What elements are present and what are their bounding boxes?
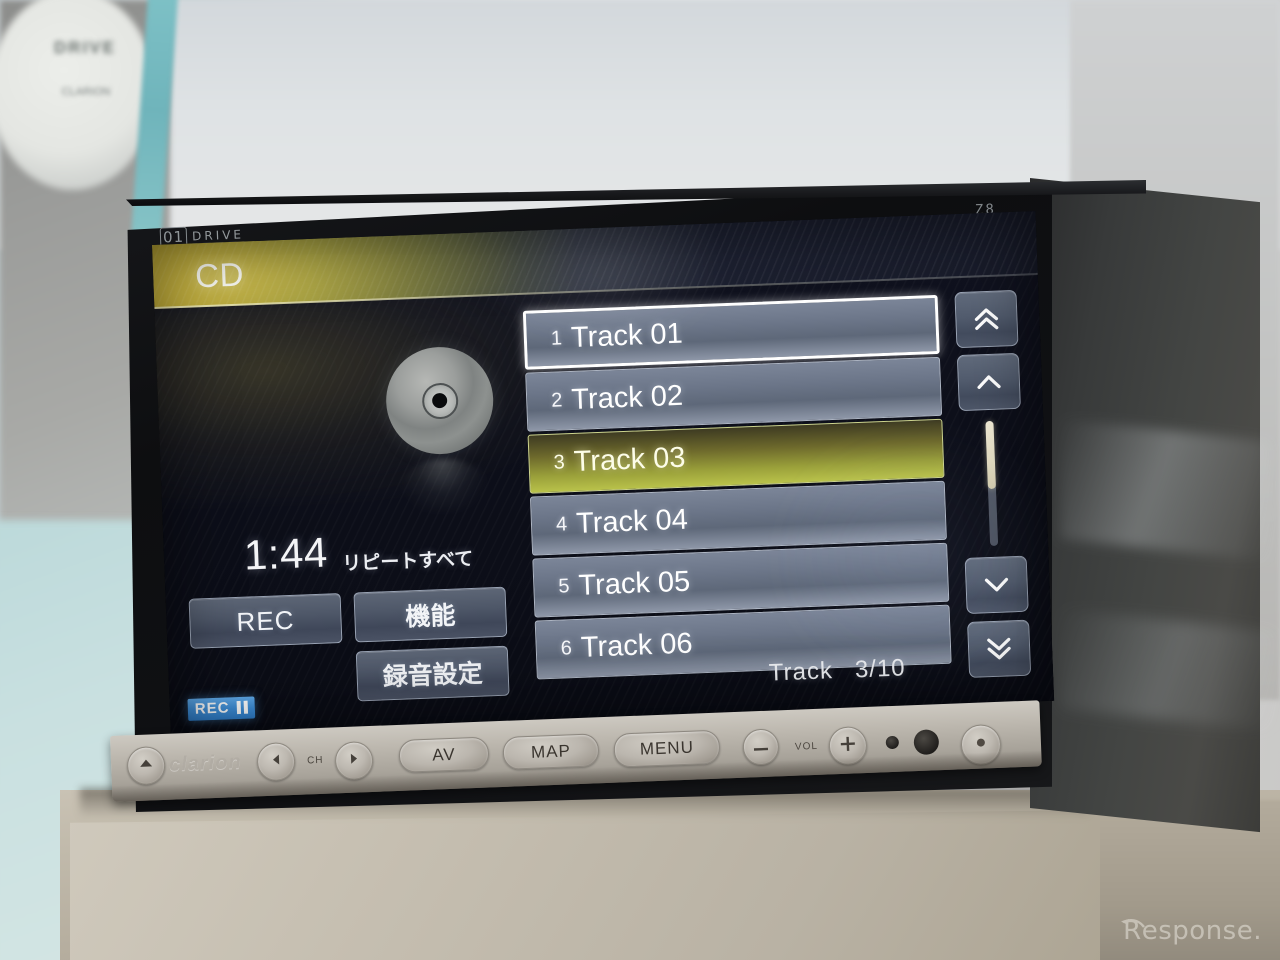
watermark: R esponse. [1120,916,1262,946]
source-title: CD [194,255,245,295]
track-number: 3 [553,451,566,474]
watermark-arrow-icon [1120,917,1146,929]
elapsed-time: 1:44 [243,528,329,579]
track-title: Track 06 [580,627,694,664]
rec-status-label: REC [194,699,230,718]
rec-settings-button[interactable]: 録音設定 [355,645,510,702]
reset-button-icon [975,735,988,753]
display-pedestal-front [70,810,1100,960]
next-icon [348,751,361,770]
vol-label: VOL [794,740,819,753]
rec-button[interactable]: REC [188,593,343,649]
background-sign-text: DRIVE [54,38,116,57]
ch-label: CH [306,754,324,767]
plus-icon [840,735,857,757]
track-number: 4 [555,513,568,536]
scrollbar-track[interactable] [985,420,999,547]
track-list[interactable]: 1 Track 01 2 Track 02 3 Track 03 4 Track… [522,294,952,683]
eject-icon [138,756,155,775]
minus-icon [753,738,770,757]
scroll-down-button[interactable] [964,555,1029,614]
rec-status-badge: REC [187,696,255,721]
eject-button[interactable] [126,745,166,786]
track-title: Track 01 [570,317,684,354]
track-counter: Track 3/10 [768,654,906,687]
track-title: Track 05 [577,565,691,602]
page-up-button[interactable] [954,289,1019,349]
function-button[interactable]: 機能 [353,586,508,643]
scroll-up-button[interactable] [956,352,1021,412]
av-button[interactable]: AV [398,736,490,773]
ch-prev-button[interactable] [256,741,296,782]
microphone-hole-icon [913,729,940,756]
scrollbar-thumb[interactable] [985,420,996,490]
track-counter-value: 3/10 [854,654,907,684]
chevron-up-icon [974,372,1005,391]
double-chevron-down-icon [984,636,1015,661]
chevron-down-icon [981,575,1012,594]
clarion-brand-logo: clarion [168,750,243,776]
track-number: 2 [550,389,563,412]
track-title: Track 03 [573,441,687,478]
prev-icon [270,752,283,771]
lcd-screen[interactable]: CD 1:44 リピートすべて REC 機能 録音設定 REC 1 Track … [152,211,1055,735]
status-led [885,735,900,750]
cd-disc-hole [431,392,448,409]
background-sign-subtext: CLARION [61,86,111,98]
track-number: 6 [560,637,573,660]
track-number: 1 [550,327,563,350]
track-counter-label: Track [768,657,834,687]
chassis-glint-upper [1060,418,1270,562]
ch-next-button[interactable] [334,740,374,781]
page-down-button[interactable] [967,619,1032,678]
watermark-text: esponse. [1141,916,1262,946]
map-button[interactable]: MAP [502,733,600,770]
photo-scene: DRIVE CLARION 01 DRIVE Z8 CD 1:44 リピートすべ… [0,0,1280,960]
track-title: Track 02 [570,379,684,417]
menu-button[interactable]: MENU [613,729,721,768]
track-title: Track 04 [575,503,689,540]
track-number: 5 [557,575,570,598]
pause-icon [236,700,248,715]
cd-disc-ring [421,381,459,420]
double-chevron-up-icon [971,306,1002,331]
repeat-mode-label: リピートすべて [341,547,474,575]
